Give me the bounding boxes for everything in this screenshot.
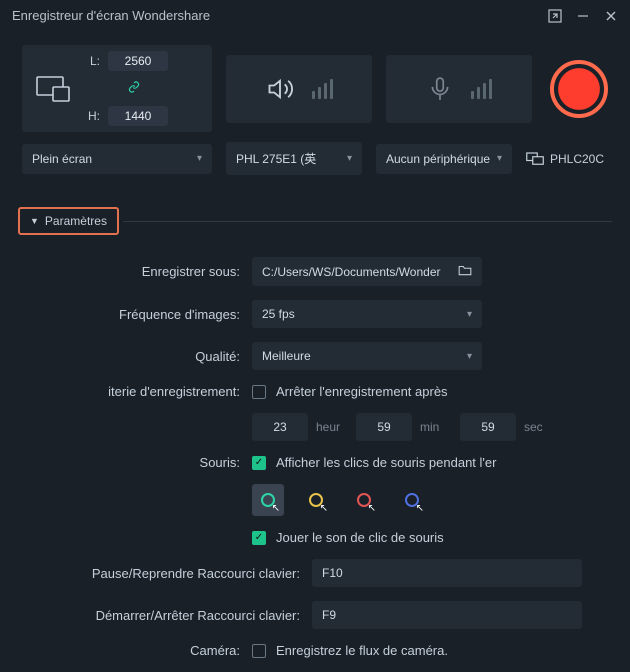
mic-level-icon [471, 79, 492, 99]
width-input[interactable]: 2560 [108, 51, 168, 71]
mouse-label: Souris: [22, 455, 252, 470]
microphone-block[interactable] [386, 55, 532, 123]
fps-select[interactable]: 25 fps▾ [252, 300, 482, 328]
chevron-down-icon: ▾ [197, 153, 202, 164]
save-to-label: Enregistrer sous: [22, 264, 252, 279]
cursor-arrow-icon: ↖ [416, 503, 424, 514]
cursor-color-yellow[interactable]: ↖ [300, 484, 332, 516]
camera-label: Caméra: [22, 643, 252, 658]
chevron-down-icon: ▾ [467, 351, 472, 362]
cursor-color-red[interactable]: ↖ [348, 484, 380, 516]
monitor-icon [526, 152, 544, 166]
system-audio-block[interactable] [226, 55, 372, 123]
seconds-unit: sec [524, 420, 556, 434]
chevron-down-icon: ▾ [467, 309, 472, 320]
cursor-arrow-icon: ↖ [320, 503, 328, 514]
chevron-down-icon: ▾ [497, 153, 502, 164]
quality-label: Qualité: [22, 349, 252, 364]
minimize-button[interactable] [576, 9, 590, 23]
triangle-down-icon: ▼ [30, 216, 39, 226]
capture-mode-icon[interactable] [30, 61, 76, 117]
mic-device-select[interactable]: Aucun périphérique▾ [376, 144, 512, 174]
timer-check-label: Arrêter l'enregistrement après [276, 384, 448, 399]
cursor-color-blue[interactable]: ↖ [396, 484, 428, 516]
fps-label: Fréquence d'images: [22, 307, 252, 322]
save-to-input[interactable]: C:/Users/WS/Documents/Wonder [252, 257, 482, 286]
region-select[interactable]: Plein écran▾ [22, 144, 212, 174]
link-dimensions-icon[interactable] [128, 81, 140, 96]
width-label: L: [82, 54, 100, 68]
close-button[interactable] [604, 9, 618, 23]
cursor-arrow-icon: ↖ [272, 503, 280, 514]
show-clicks-label: Afficher les clics de souris pendant l'e… [276, 455, 496, 470]
click-sound-label: Jouer le son de clic de souris [276, 530, 444, 545]
popout-icon[interactable] [548, 9, 562, 23]
record-button[interactable] [550, 60, 608, 118]
timer-label: iterie d'enregistrement: [22, 384, 252, 399]
hotkey-pause-label: Pause/Reprendre Raccourci clavier: [22, 566, 312, 581]
audio-level-icon [312, 79, 333, 99]
capture-region-block: L: 2560 H: 1440 [22, 45, 212, 132]
timer-seconds-input[interactable]: 59 [460, 413, 516, 441]
hotkey-start-label: Démarrer/Arrêter Raccourci clavier: [22, 608, 312, 623]
cursor-color-green[interactable]: ↖ [252, 484, 284, 516]
display-label[interactable]: PHLC20C [526, 152, 608, 166]
hours-unit: heur [316, 420, 348, 434]
quality-select[interactable]: Meilleure▾ [252, 342, 482, 370]
hotkey-start-input[interactable]: F9 [312, 601, 582, 629]
hotkey-pause-input[interactable]: F10 [312, 559, 582, 587]
show-clicks-checkbox[interactable]: ✓ [252, 456, 266, 470]
camera-check-label: Enregistrez le flux de caméra. [276, 643, 448, 658]
timer-checkbox[interactable] [252, 385, 266, 399]
audio-device-select[interactable]: PHL 275E1 (英▾ [226, 142, 362, 175]
chevron-down-icon: ▾ [347, 153, 352, 164]
timer-hours-input[interactable]: 23 [252, 413, 308, 441]
click-sound-checkbox[interactable]: ✓ [252, 531, 266, 545]
minutes-unit: min [420, 420, 452, 434]
camera-checkbox[interactable] [252, 644, 266, 658]
divider [123, 221, 612, 222]
height-label: H: [82, 109, 100, 123]
parameters-toggle[interactable]: ▼ Paramètres [18, 207, 119, 235]
cursor-arrow-icon: ↖ [368, 503, 376, 514]
height-input[interactable]: 1440 [108, 106, 168, 126]
folder-icon[interactable] [458, 264, 472, 279]
window-title: Enregistreur d'écran Wondershare [12, 8, 210, 23]
timer-minutes-input[interactable]: 59 [356, 413, 412, 441]
